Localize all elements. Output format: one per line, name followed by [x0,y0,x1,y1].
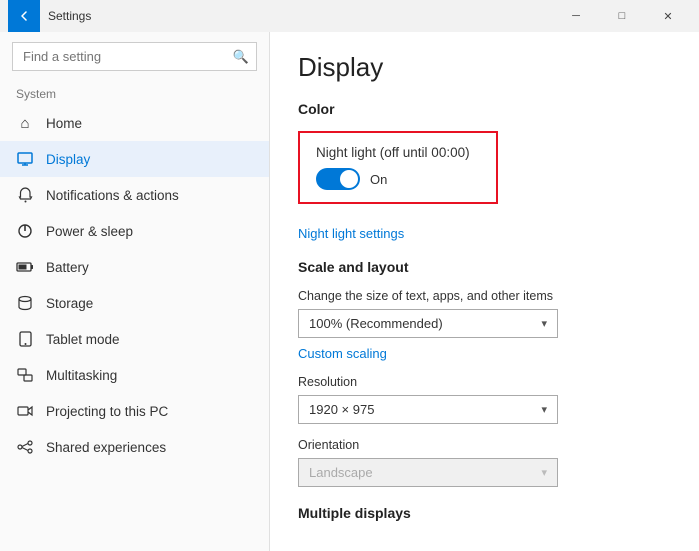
battery-icon [16,258,34,276]
sidebar-item-tablet[interactable]: Tablet mode [0,321,269,357]
toggle-row: On [316,168,480,190]
night-light-settings-link[interactable]: Night light settings [298,226,671,241]
storage-icon [16,294,34,312]
sidebar-item-power[interactable]: Power & sleep [0,213,269,249]
app-title: Settings [48,9,553,23]
sidebar-item-label: Notifications & actions [46,188,179,203]
multitasking-icon [16,366,34,384]
system-label: System [0,79,269,105]
night-light-label: Night light (off until 00:00) [316,145,480,160]
title-bar: Settings ─ □ ✕ [0,0,699,32]
orientation-dropdown-arrow: ▾ [541,466,547,479]
orientation-label: Orientation [298,438,671,452]
sidebar-item-label: Home [46,116,82,131]
scale-dropdown-arrow: ▾ [541,317,547,330]
sidebar-item-label: Battery [46,260,89,275]
sidebar-item-label: Shared experiences [46,440,166,455]
orientation-value: Landscape [309,465,373,480]
custom-scaling-link[interactable]: Custom scaling [298,346,671,361]
projecting-icon [16,402,34,420]
search-container: 🔍 [12,42,257,71]
sidebar-item-label: Tablet mode [46,332,120,347]
display-icon [16,150,34,168]
shared-icon [16,438,34,456]
scale-dropdown[interactable]: 100% (Recommended) ▾ [298,309,558,338]
tablet-icon [16,330,34,348]
sidebar: 🔍 System ⌂ Home Display [0,32,270,551]
close-button[interactable]: ✕ [645,0,691,32]
toggle-on-label: On [370,172,387,187]
night-light-box: Night light (off until 00:00) On [298,131,498,204]
sidebar-item-projecting[interactable]: Projecting to this PC [0,393,269,429]
sidebar-item-label: Projecting to this PC [46,404,168,419]
sidebar-item-storage[interactable]: Storage [0,285,269,321]
sidebar-item-battery[interactable]: Battery [0,249,269,285]
sidebar-item-shared[interactable]: Shared experiences [0,429,269,465]
main-content: Display Color Night light (off until 00:… [270,32,699,551]
power-icon [16,222,34,240]
back-button[interactable] [8,0,40,32]
multiple-displays-section: Multiple displays [298,505,671,521]
app-body: 🔍 System ⌂ Home Display [0,32,699,551]
home-icon: ⌂ [16,114,34,132]
sidebar-item-home[interactable]: ⌂ Home [0,105,269,141]
maximize-button[interactable]: □ [599,0,645,32]
page-title: Display [298,52,671,83]
sidebar-item-label: Multitasking [46,368,117,383]
scale-value: 100% (Recommended) [309,316,443,331]
resolution-label: Resolution [298,375,671,389]
sidebar-item-display[interactable]: Display [0,141,269,177]
sidebar-item-multitasking[interactable]: Multitasking [0,357,269,393]
search-input[interactable] [12,42,257,71]
window-controls: ─ □ ✕ [553,0,691,32]
minimize-button[interactable]: ─ [553,0,599,32]
sidebar-item-label: Power & sleep [46,224,133,239]
orientation-dropdown: Landscape ▾ [298,458,558,487]
sidebar-item-notifications[interactable]: Notifications & actions [0,177,269,213]
resolution-dropdown[interactable]: 1920 × 975 ▾ [298,395,558,424]
resolution-value: 1920 × 975 [309,402,374,417]
scale-section: Scale and layout Change the size of text… [298,259,671,487]
color-section-title: Color [298,101,671,117]
resolution-dropdown-arrow: ▾ [541,403,547,416]
multiple-displays-title: Multiple displays [298,505,671,521]
sidebar-item-label: Display [46,152,90,167]
notifications-icon [16,186,34,204]
scale-section-title: Scale and layout [298,259,671,275]
change-size-label: Change the size of text, apps, and other… [298,289,671,303]
night-light-toggle[interactable] [316,168,360,190]
sidebar-item-label: Storage [46,296,93,311]
